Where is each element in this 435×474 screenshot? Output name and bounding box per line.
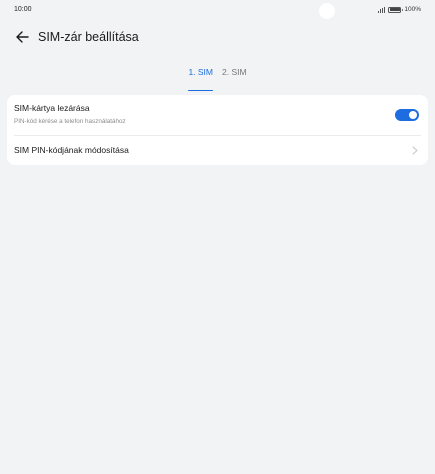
status-icons: 100%: [377, 6, 421, 13]
signal-icon: [377, 6, 386, 13]
front-camera-cutout: [319, 3, 335, 19]
change-pin-row[interactable]: SIM PIN-kódjának módosítása: [7, 136, 428, 165]
tab-sim-2[interactable]: 2. SIM: [222, 66, 247, 86]
battery-icon: [388, 6, 403, 13]
battery-percent: 100%: [404, 6, 421, 13]
chevron-right-icon: [412, 146, 418, 155]
tab-sim-1[interactable]: 1. SIM: [188, 66, 213, 91]
sim-lock-row[interactable]: SIM-kártya lezárása PIN-kód kérése a tel…: [7, 95, 428, 135]
status-bar: 10:00 100%: [0, 0, 435, 22]
header: SIM-zár beállítása: [0, 26, 435, 48]
status-time: 10:00: [14, 6, 32, 13]
page-title: SIM-zár beállítása: [38, 30, 139, 44]
settings-card: SIM-kártya lezárása PIN-kód kérése a tel…: [7, 95, 428, 165]
sim-tabs: 1. SIM 2. SIM: [0, 66, 435, 91]
toggle-knob: [409, 111, 417, 119]
sim-lock-subtitle: PIN-kód kérése a telefon használatához: [14, 118, 126, 125]
change-pin-title: SIM PIN-kódjának módosítása: [14, 145, 129, 155]
sim-lock-title: SIM-kártya lezárása: [14, 103, 90, 113]
sim-lock-toggle[interactable]: [395, 109, 419, 121]
arrow-left-icon[interactable]: [14, 29, 30, 45]
